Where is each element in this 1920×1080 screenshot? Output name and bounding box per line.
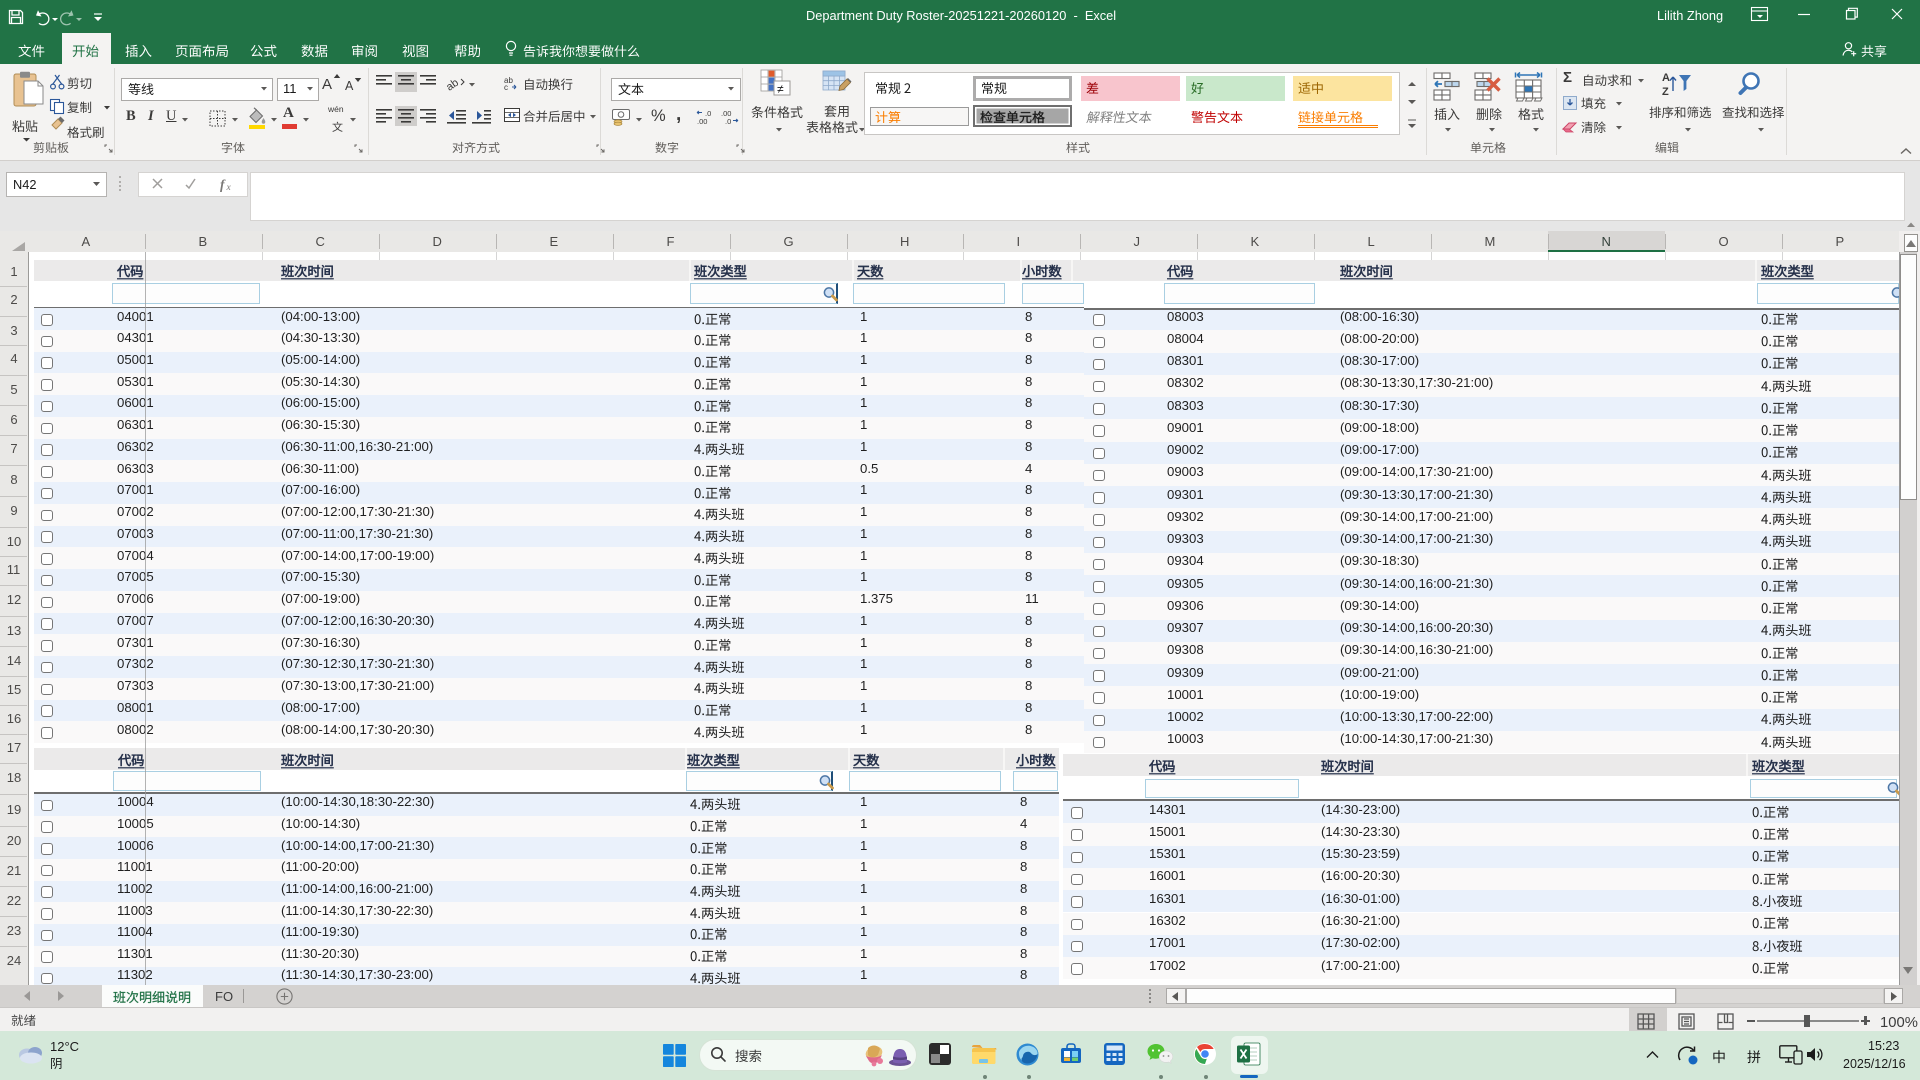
svg-text:ab: ab [444, 77, 461, 94]
svg-text:A: A [1662, 72, 1670, 84]
svg-text:f: f [220, 177, 226, 192]
svg-text:x: x [226, 183, 232, 193]
svg-text:.00: .00 [697, 117, 707, 126]
svg-text:.0: .0 [725, 117, 731, 126]
svg-text:c: c [504, 83, 508, 92]
svg-text:≠: ≠ [777, 82, 784, 96]
svg-text:Z: Z [1662, 86, 1669, 98]
